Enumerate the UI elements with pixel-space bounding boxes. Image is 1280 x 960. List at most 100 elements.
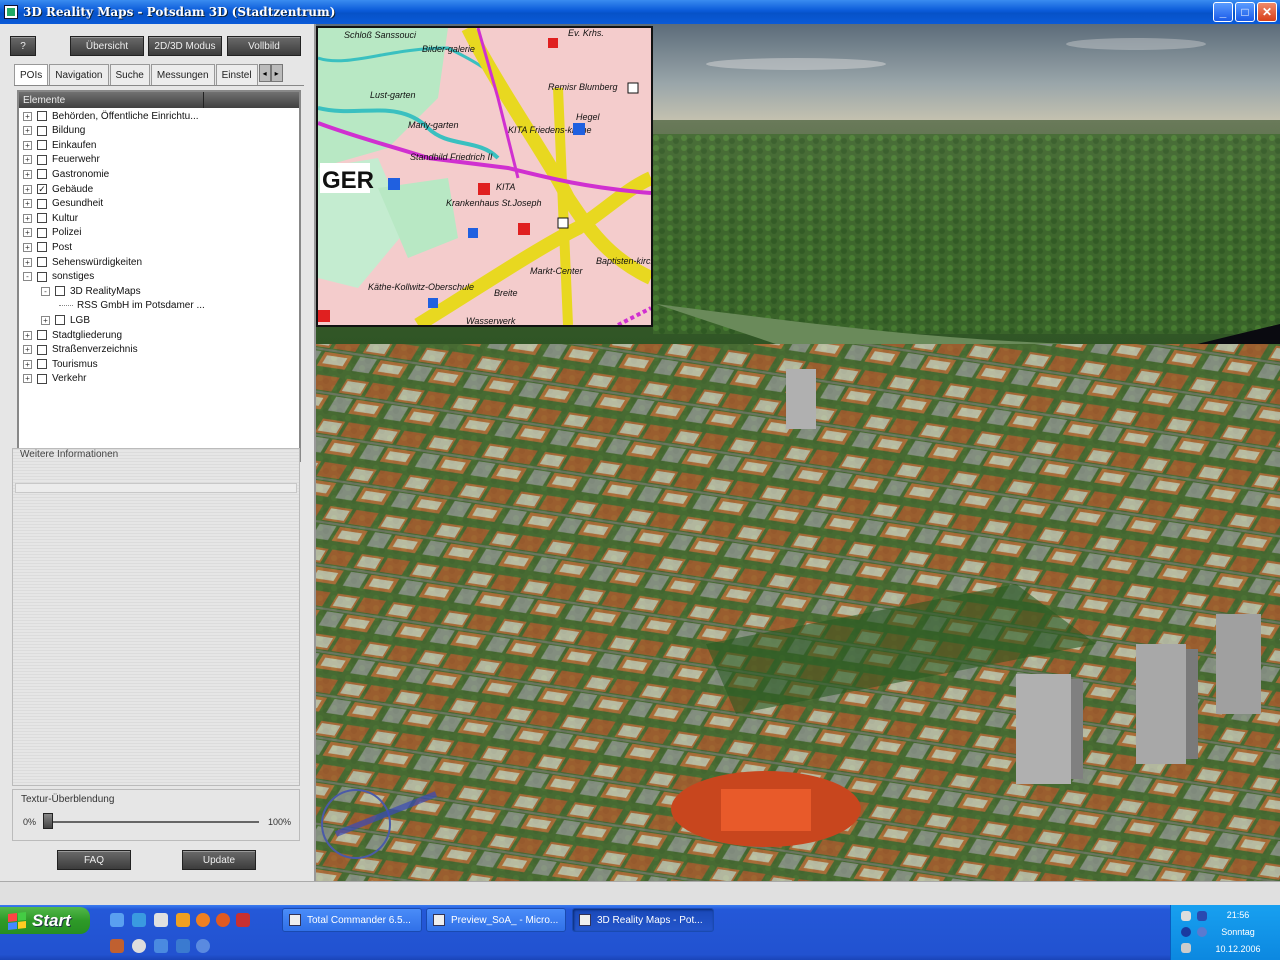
task-3d-reality-maps[interactable]: 3D Reality Maps - Pot... [572,908,714,932]
tree-item[interactable]: + Post [23,240,72,254]
tree-checkbox[interactable] [37,140,47,151]
tree-checkbox[interactable] [37,111,47,121]
tree-item[interactable]: + Straßenverzeichnis [23,343,138,357]
tab-measurements[interactable]: Messungen [150,64,215,85]
tree-checkbox[interactable] [37,373,47,384]
close-button[interactable]: ✕ [1257,2,1277,22]
tree-item-label: Behörden, Öffentliche Einrichtu... [52,110,199,122]
quicklaunch-browser-icon[interactable] [132,913,146,927]
quicklaunch-app-icon[interactable] [236,913,250,927]
help-button[interactable]: ? [10,36,36,56]
mode-2d3d-button[interactable]: 2D/3D Modus [148,36,222,56]
quicklaunch-editor-icon[interactable] [154,913,168,927]
expand-icon[interactable]: + [23,126,32,136]
minimize-button[interactable]: _ [1213,2,1233,22]
tree-item[interactable]: - 3D RealityMaps [41,284,141,298]
expand-icon[interactable]: + [23,359,32,369]
slider-thumb[interactable] [43,813,53,829]
tree-item[interactable]: + Einkaufen [23,138,96,152]
tab-search[interactable]: Suche [109,64,150,85]
expand-icon[interactable]: + [23,228,32,238]
tree-item[interactable]: + Feuerwehr [23,153,100,167]
task-total-commander[interactable]: Total Commander 6.5... [282,908,422,932]
clock-time[interactable]: 21:56 [1208,910,1268,920]
tray-security-icon[interactable] [1181,927,1191,937]
expand-icon[interactable]: + [23,257,32,267]
start-button[interactable]: Start [0,907,90,934]
expand-icon[interactable]: + [23,184,32,194]
task-preview-doc[interactable]: Preview_SoA_ - Micro... [426,908,566,932]
expand-icon[interactable]: + [41,315,50,325]
tray-update-icon[interactable] [1197,927,1207,937]
tree-checkbox[interactable] [37,330,47,340]
quicklaunch-desktop-icon[interactable] [110,913,124,927]
quicklaunch-globe-icon[interactable] [196,939,210,953]
tree-checkbox[interactable] [37,213,47,224]
tree-item[interactable]: + Kultur [23,211,78,225]
toolbar: ? Übersicht 2D/3D Modus Vollbild [10,36,305,58]
quicklaunch-firefox-icon[interactable] [216,913,230,927]
quicklaunch-media-icon[interactable] [132,939,146,953]
overview-button[interactable]: Übersicht [70,36,144,56]
windows-logo-icon [8,911,26,930]
expand-icon[interactable]: + [23,213,32,223]
faq-button[interactable]: FAQ [57,850,131,870]
tab-navigation[interactable]: Navigation [49,64,109,85]
tree-checkbox[interactable]: ✓ [37,184,47,194]
tree-item-label: Gastronomie [52,168,110,180]
update-button[interactable]: Update [182,850,256,870]
quicklaunch-folder-icon[interactable] [176,913,190,927]
tree-checkbox[interactable] [37,198,47,209]
tree-item[interactable]: + Gesundheit [23,197,103,211]
tab-settings[interactable]: Einstel [215,64,258,85]
slider-track[interactable] [47,821,259,823]
tree-checkbox[interactable] [37,169,47,180]
expand-icon[interactable]: + [23,374,32,384]
quicklaunch-network-icon[interactable] [154,939,168,953]
quicklaunch-sync-icon[interactable] [176,939,190,953]
expand-icon[interactable]: + [23,330,32,340]
tree-checkbox[interactable] [37,227,47,238]
tray-network-icon[interactable] [1181,911,1191,921]
expand-icon[interactable]: + [23,155,32,165]
tree-checkbox[interactable] [37,257,47,267]
maximize-button[interactable]: □ [1235,2,1255,22]
quicklaunch-tool-icon[interactable] [110,939,124,953]
tree-checkbox[interactable] [37,271,47,282]
tree-checkbox[interactable] [37,344,47,355]
tree-checkbox[interactable] [37,359,47,370]
tab-pois[interactable]: POIs [14,64,49,85]
expand-icon[interactable]: + [23,111,32,121]
tree-item[interactable]: + Tourismus [23,357,98,371]
quicklaunch-player-icon[interactable] [196,913,210,927]
tree-checkbox[interactable] [37,242,47,253]
tab-scroll-left-icon[interactable]: ◂ [258,64,271,82]
tree-checkbox[interactable] [55,286,65,297]
tray-usb-icon[interactable] [1181,943,1191,953]
tree-checkbox[interactable] [37,125,47,136]
expand-icon[interactable]: + [23,199,32,209]
tree-checkbox[interactable] [37,154,47,165]
fullscreen-button[interactable]: Vollbild [227,36,301,56]
tab-scroll-right-icon[interactable]: ▸ [270,64,283,82]
tree-item[interactable]: + Verkehr [23,372,86,386]
expand-icon[interactable]: + [23,242,32,252]
tree-item[interactable]: - sonstiges [23,270,94,284]
tree-item[interactable]: + Behörden, Öffentliche Einrichtu... [23,109,199,123]
tree-item[interactable]: RSS GmbH im Potsdamer ... [59,299,205,313]
tree-item[interactable]: + ✓ Gebäude [23,182,93,196]
tree-checkbox[interactable] [55,315,65,326]
expand-icon[interactable]: + [23,169,32,179]
collapse-icon[interactable]: - [41,286,50,296]
tray-volume-icon[interactable] [1197,911,1207,921]
tree-item[interactable]: + Bildung [23,124,85,138]
tree-item[interactable]: + Polizei [23,226,81,240]
tree-item[interactable]: + Sehenswürdigkeiten [23,255,142,269]
tree-item[interactable]: + Gastronomie [23,167,109,181]
tree-item[interactable]: + LGB [41,313,90,327]
tree-item[interactable]: + Stadtgliederung [23,328,122,342]
expand-icon[interactable]: + [23,140,32,150]
expand-icon[interactable]: + [23,345,32,355]
minimap-2d[interactable]: GER Schloß Sanssouci Bilder-galerie Ev. … [316,26,653,327]
collapse-icon[interactable]: - [23,272,32,282]
